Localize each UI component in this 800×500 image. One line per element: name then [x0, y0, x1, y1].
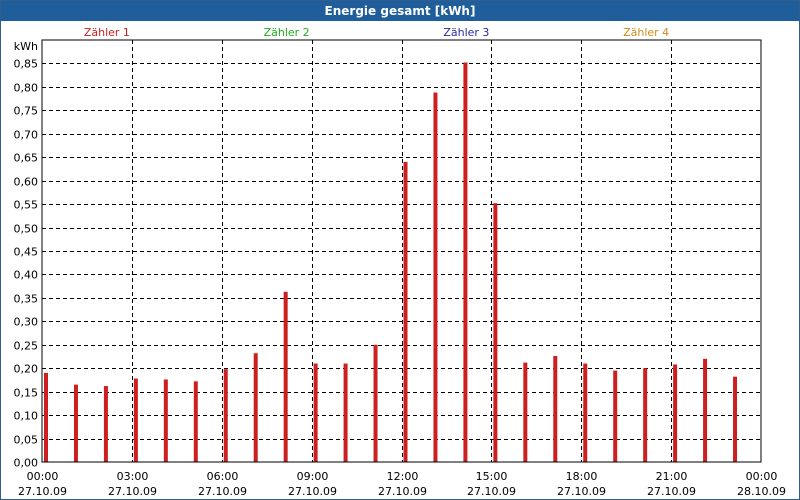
bar: [283, 291, 288, 462]
x-tick-time-label: 18:00: [566, 470, 598, 483]
bar: [163, 379, 168, 462]
bar: [523, 362, 528, 462]
x-tick-time-label: 09:00: [297, 470, 329, 483]
legend-entry: Zähler 1: [84, 26, 130, 39]
legend-entry: Zähler 3: [443, 26, 489, 39]
y-tick-label: 0,85: [14, 58, 39, 71]
x-tick-time-label: 03:00: [117, 470, 149, 483]
bar: [403, 161, 408, 462]
bar: [433, 92, 438, 462]
legend-entry: Zähler 4: [623, 26, 669, 39]
y-tick-label: 0,25: [14, 340, 39, 353]
bar: [703, 358, 708, 462]
bar: [73, 384, 78, 462]
x-tick-time-label: 06:00: [207, 470, 239, 483]
y-tick-label: 0,30: [14, 316, 39, 329]
y-tick-label: 0,80: [14, 82, 39, 95]
x-tick-date-label: 27.10.09: [557, 485, 606, 498]
x-tick-date-label: 27.10.09: [288, 485, 337, 498]
y-tick-label: 0,60: [14, 176, 39, 189]
bar: [343, 363, 348, 462]
y-axis-ticks: 0,00 0,05 0,10 0,15 0,20 0,25 0,30 0,35 0,40 0,45…: [14, 58, 39, 470]
x-tick-date-label: 27.10.09: [378, 485, 427, 498]
x-tick-date-label: 27.10.09: [108, 485, 157, 498]
y-tick-label: 0,40: [14, 269, 39, 282]
x-tick-date-label: 27.10.09: [198, 485, 247, 498]
bar: [313, 363, 318, 462]
bar: [613, 370, 618, 462]
y-tick-label: 0,70: [14, 129, 39, 142]
bar: [373, 344, 378, 462]
y-tick-label: 0,20: [14, 363, 39, 376]
bar: [44, 372, 48, 462]
bar-chart: 0,00 0,05 0,10 0,15 0,20 0,25 0,30 0,35 0,40 0,45…: [14, 26, 786, 498]
legend-entry: Zähler 2: [264, 26, 310, 39]
bars: [44, 62, 738, 463]
y-tick-label: 0,75: [14, 105, 39, 118]
y-axis-label: kWh: [14, 40, 38, 53]
x-tick-date-label: 28.10.09: [737, 485, 786, 498]
y-tick-label: 0,15: [14, 387, 39, 400]
y-tick-label: 0,00: [14, 457, 39, 470]
bar: [133, 378, 138, 462]
y-tick-label: 0,65: [14, 152, 39, 165]
y-tick-label: 0,55: [14, 199, 39, 212]
x-tick-time-label: 12:00: [387, 470, 419, 483]
bar: [643, 368, 648, 462]
bar: [553, 356, 558, 462]
bar: [673, 364, 678, 462]
chart-window: Energie gesamt [kWh] 0,00 0,05 0,10 0,15 0,2…: [0, 0, 800, 500]
y-tick-label: 0,05: [14, 434, 39, 447]
legend: Zähler 1 Zähler 2 Zähler 3 Zähler 4: [84, 26, 669, 39]
y-tick-label: 0,45: [14, 246, 39, 259]
x-tick-date-label: 27.10.09: [18, 485, 67, 498]
bar: [733, 376, 738, 462]
x-tick-time-label: 21:00: [656, 470, 688, 483]
bar: [463, 62, 468, 463]
bar: [223, 369, 228, 462]
x-tick-date-label: 27.10.09: [647, 485, 696, 498]
y-tick-label: 0,50: [14, 223, 39, 236]
bar: [493, 203, 498, 462]
bar: [193, 381, 198, 462]
x-tick-date-label: 27.10.09: [467, 485, 516, 498]
x-tick-time-label: 00:00: [746, 470, 778, 483]
x-tick-time-label: 00:00: [27, 470, 59, 483]
bar: [583, 363, 588, 462]
x-tick-time-label: 15:00: [476, 470, 508, 483]
y-tick-label: 0,10: [14, 410, 39, 423]
bar: [253, 353, 258, 462]
bar: [103, 386, 108, 462]
grid-lines: [42, 40, 761, 462]
x-axis-ticks: 00:00 27.10.09 03:00 27.10.09 06:00 27.10.09 0…: [18, 470, 786, 498]
y-tick-label: 0,35: [14, 293, 39, 306]
